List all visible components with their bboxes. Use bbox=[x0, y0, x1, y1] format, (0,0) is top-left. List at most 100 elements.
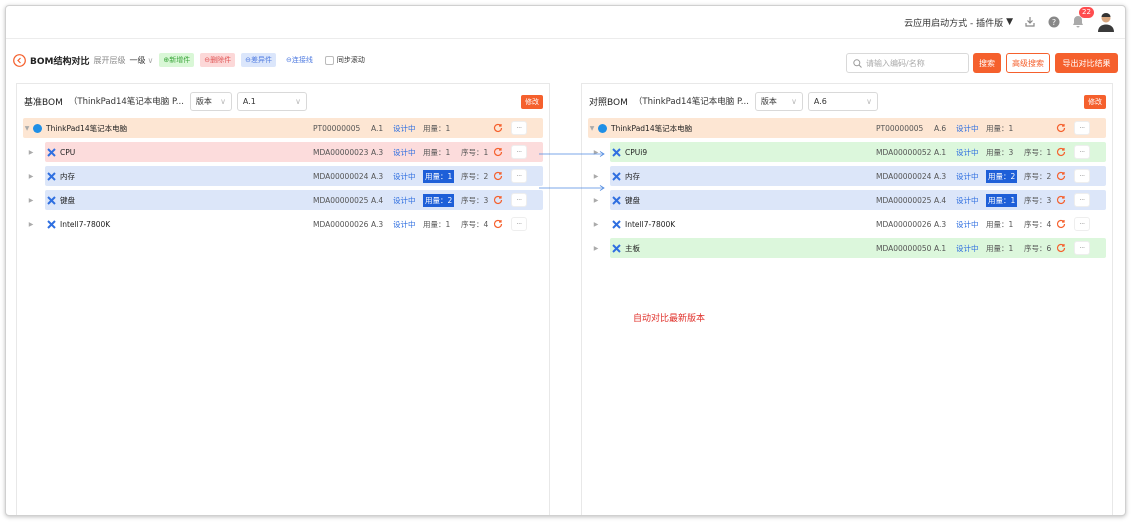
status-text: 设计中 bbox=[956, 243, 979, 253]
tree-row[interactable]: ▶ 键盘 MDA00000025 A.4 设计中 用量：1 序号：3 ··· bbox=[594, 190, 1106, 210]
quantity: 用量：1 bbox=[423, 147, 451, 157]
tree-row[interactable]: ▶ Intell7-7800K MDA00000026 A.3 设计中 用量：1 序号：4 ·… bbox=[594, 214, 1106, 234]
status-text: 设计中 bbox=[956, 147, 979, 157]
tree-row[interactable]: ▶ 键盘 MDA00000025 A.4 设计中 用量：2 序号：3 ··· bbox=[29, 190, 543, 210]
notification-bell[interactable]: 22 bbox=[1071, 7, 1094, 30]
status-text: 设计中 bbox=[393, 171, 416, 181]
part-code: PT00000005 bbox=[313, 123, 361, 133]
sync-scroll-checkbox[interactable]: 同步滚动 bbox=[324, 55, 365, 65]
more-icon[interactable]: ··· bbox=[1074, 145, 1090, 159]
collapse-caret-icon[interactable]: ▶ bbox=[27, 197, 35, 204]
refresh-icon[interactable] bbox=[1056, 243, 1066, 253]
more-icon[interactable]: ··· bbox=[511, 145, 527, 159]
tree-root-row[interactable]: ▼ ThinkPad14笔记本电脑 PT00000005 A.6 设计中 用量：1 ··· bbox=[588, 118, 1106, 138]
refresh-icon[interactable] bbox=[493, 219, 503, 229]
advanced-search-button[interactable]: 高级搜索 bbox=[1006, 53, 1050, 73]
part-code: MDA00000024 bbox=[313, 171, 369, 181]
page-title: BOM结构对比 bbox=[30, 56, 90, 67]
more-icon[interactable]: ··· bbox=[1074, 241, 1090, 255]
collapse-caret-icon[interactable]: ▶ bbox=[592, 245, 600, 252]
tree-row[interactable]: ▶ 主板 MDA00000050 A.1 设计中 用量：1 序号：6 ··· bbox=[594, 238, 1106, 258]
more-icon[interactable]: ··· bbox=[1074, 217, 1090, 231]
refresh-icon[interactable] bbox=[493, 171, 503, 181]
status-text: 设计中 bbox=[393, 147, 416, 157]
part-version: A.3 bbox=[934, 171, 947, 181]
avatar[interactable] bbox=[1097, 12, 1115, 32]
collapse-caret-icon[interactable]: ▶ bbox=[592, 197, 600, 204]
more-icon[interactable]: ··· bbox=[1074, 193, 1090, 207]
version-value-select[interactable]: A.6 ∨ bbox=[807, 91, 878, 111]
collapse-caret-icon[interactable]: ▶ bbox=[592, 173, 600, 180]
legend-new: ⊕新增件 bbox=[159, 53, 195, 67]
panel-title: 对照BOM bbox=[589, 97, 628, 108]
more-icon[interactable]: ··· bbox=[511, 193, 527, 207]
tree-row[interactable]: ▶ 内存 MDA00000024 A.3 设计中 用量：1 序号：2 ··· bbox=[29, 166, 543, 186]
part-icon bbox=[612, 219, 621, 229]
more-icon[interactable]: ··· bbox=[1074, 169, 1090, 183]
sequence-number: 序号：1 bbox=[461, 147, 489, 157]
part-icon bbox=[47, 219, 56, 229]
part-version: A.6 bbox=[934, 123, 947, 133]
download-icon[interactable] bbox=[1023, 15, 1037, 29]
tree-row[interactable]: ▶ Intell7-7800K MDA00000026 A.3 设计中 用量：1 序号：4 ·… bbox=[29, 214, 543, 234]
part-version: A.3 bbox=[371, 147, 384, 157]
edit-button[interactable]: 修改 bbox=[521, 95, 543, 109]
part-code: MDA00000026 bbox=[313, 219, 369, 229]
part-code: MDA00000025 bbox=[876, 195, 932, 205]
expand-caret-icon[interactable]: ▼ bbox=[23, 125, 31, 132]
refresh-icon[interactable] bbox=[1056, 195, 1066, 205]
collapse-caret-icon[interactable]: ▶ bbox=[592, 221, 600, 228]
part-name: CPU bbox=[60, 147, 76, 157]
launch-mode-dropdown[interactable]: 云应用启动方式 - 插件版 ▼ bbox=[904, 16, 1013, 29]
expand-caret-icon[interactable]: ▼ bbox=[588, 125, 596, 132]
part-version: A.3 bbox=[371, 171, 384, 181]
collapse-caret-icon[interactable]: ▶ bbox=[27, 149, 35, 156]
help-icon[interactable]: ? bbox=[1047, 15, 1061, 29]
legend-diff: ⊖差异件 bbox=[241, 53, 276, 67]
version-label-select[interactable]: 版本 ∨ bbox=[189, 91, 232, 111]
more-icon[interactable]: ··· bbox=[511, 121, 527, 135]
collapse-caret-icon[interactable]: ▶ bbox=[27, 221, 35, 228]
part-icon bbox=[612, 243, 621, 253]
refresh-icon[interactable] bbox=[493, 123, 503, 133]
edit-button[interactable]: 修改 bbox=[1084, 95, 1106, 109]
more-icon[interactable]: ··· bbox=[511, 217, 527, 231]
refresh-icon[interactable] bbox=[1056, 219, 1066, 229]
part-icon bbox=[47, 195, 56, 205]
collapse-caret-icon[interactable]: ▶ bbox=[27, 173, 35, 180]
part-name: 内存 bbox=[60, 171, 75, 181]
refresh-icon[interactable] bbox=[1056, 147, 1066, 157]
checkbox-box[interactable] bbox=[324, 55, 334, 65]
back-icon[interactable] bbox=[13, 53, 26, 67]
tree-row[interactable]: ▶ CPU MDA00000023 A.3 设计中 用量：1 序号：1 ··· bbox=[29, 142, 543, 162]
refresh-icon[interactable] bbox=[1056, 171, 1066, 181]
tree-row[interactable]: ▶ 内存 MDA00000024 A.3 设计中 用量：2 序号：2 ··· bbox=[594, 166, 1106, 186]
chevron-down-icon: ∨ bbox=[295, 96, 301, 106]
part-version: A.4 bbox=[934, 195, 947, 205]
version-value-select[interactable]: A.1 ∨ bbox=[236, 91, 307, 111]
caret-down-icon: ▼ bbox=[1006, 17, 1013, 27]
part-name: CPUi9 bbox=[625, 147, 648, 157]
quantity: 用量：1 bbox=[986, 123, 1014, 133]
refresh-icon[interactable] bbox=[1056, 123, 1066, 133]
version-label-select[interactable]: 版本 ∨ bbox=[754, 91, 803, 111]
part-icon bbox=[612, 147, 621, 157]
search-button[interactable]: 搜索 bbox=[973, 53, 1001, 73]
more-icon[interactable]: ··· bbox=[1074, 121, 1090, 135]
export-button[interactable]: 导出对比结果 bbox=[1055, 53, 1118, 73]
tree-row[interactable]: ▶ CPUi9 MDA00000052 A.1 设计中 用量：3 序号：1 ··· bbox=[594, 142, 1106, 162]
expand-level-select[interactable]: 一级 ∨ bbox=[129, 55, 153, 66]
quantity: 用量：1 bbox=[986, 243, 1014, 253]
refresh-icon[interactable] bbox=[493, 147, 503, 157]
more-icon[interactable]: ··· bbox=[511, 169, 527, 183]
part-version: A.4 bbox=[371, 195, 384, 205]
compare-bom-header: 对照BOM （ThinkPad14笔记本电脑 P... 版本 ∨ A.6 ∨ bbox=[582, 84, 1112, 118]
collapse-caret-icon[interactable]: ▶ bbox=[592, 149, 600, 156]
product-icon bbox=[33, 123, 42, 133]
search-input[interactable] bbox=[866, 58, 966, 68]
search-field[interactable] bbox=[846, 53, 969, 73]
refresh-icon[interactable] bbox=[493, 195, 503, 205]
status-text: 设计中 bbox=[956, 123, 979, 133]
status-text: 设计中 bbox=[956, 195, 979, 205]
tree-root-row[interactable]: ▼ ThinkPad14笔记本电脑 PT00000005 A.1 设计中 用量：1 ··· bbox=[23, 118, 543, 138]
